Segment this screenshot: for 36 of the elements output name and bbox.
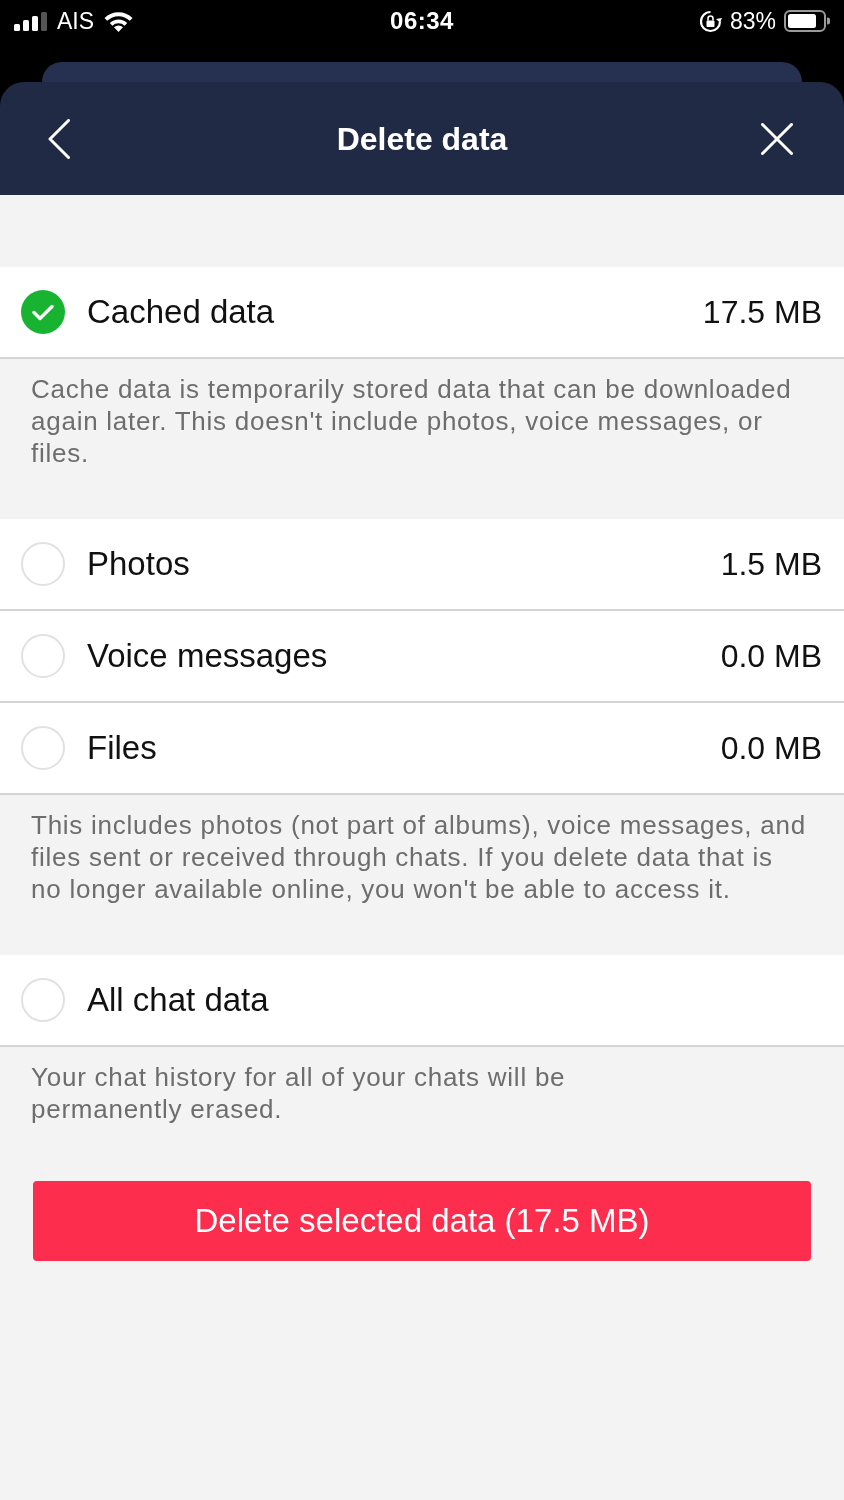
section-note: Cache data is temporarily stored data that can be downloaded again later. This doesn't include photos, voice messages, or files. <box>30 373 793 470</box>
chevron-left-icon <box>48 118 70 159</box>
battery-percentage: 83% <box>729 7 776 35</box>
option-label: Cached data <box>87 292 276 332</box>
option-label: All chat data <box>87 980 270 1020</box>
checkbox[interactable] <box>21 634 65 678</box>
delete-button[interactable]: Delete selected data (17.5 MB) <box>33 1181 811 1261</box>
wifi-icon <box>103 10 135 32</box>
carrier-name: AIS <box>57 7 95 35</box>
checkbox[interactable] <box>21 978 65 1022</box>
section-note: Your chat history for all of your chats will be permanently erased. <box>30 1061 567 1126</box>
option-label: Files <box>87 728 158 768</box>
back-button[interactable] <box>48 118 70 159</box>
option-row[interactable]: Voice messages 0.0 MB <box>0 611 844 703</box>
close-button[interactable] <box>761 122 793 155</box>
option-row[interactable]: Files 0.0 MB <box>0 703 844 795</box>
close-icon <box>761 122 793 155</box>
option-row[interactable]: Photos 1.5 MB <box>0 519 844 611</box>
option-row[interactable]: All chat data <box>0 955 844 1047</box>
signal-icon <box>14 11 48 31</box>
screen-title: Delete data <box>335 119 509 159</box>
checkbox[interactable] <box>21 542 65 586</box>
option-size: 0.0 MB <box>720 729 822 768</box>
option-label: Photos <box>87 544 191 584</box>
checkbox[interactable] <box>21 290 65 334</box>
option-size: 0.0 MB <box>720 637 822 676</box>
checkmark-icon <box>32 303 54 321</box>
option-size: 1.5 MB <box>720 545 822 584</box>
battery-icon <box>784 10 830 32</box>
option-size: 17.5 MB <box>702 293 822 332</box>
option-row[interactable]: Cached data 17.5 MB <box>0 267 844 359</box>
checkbox[interactable] <box>21 726 65 770</box>
rotation-lock-icon <box>698 9 722 33</box>
clock-time: 06:34 <box>390 7 454 35</box>
option-label: Voice messages <box>87 636 329 676</box>
section-note: This includes photos (not part of albums), voice messages, and files sent or received through chats. If you delete data that is no longer available online, you won't be able to access it. <box>30 809 807 906</box>
